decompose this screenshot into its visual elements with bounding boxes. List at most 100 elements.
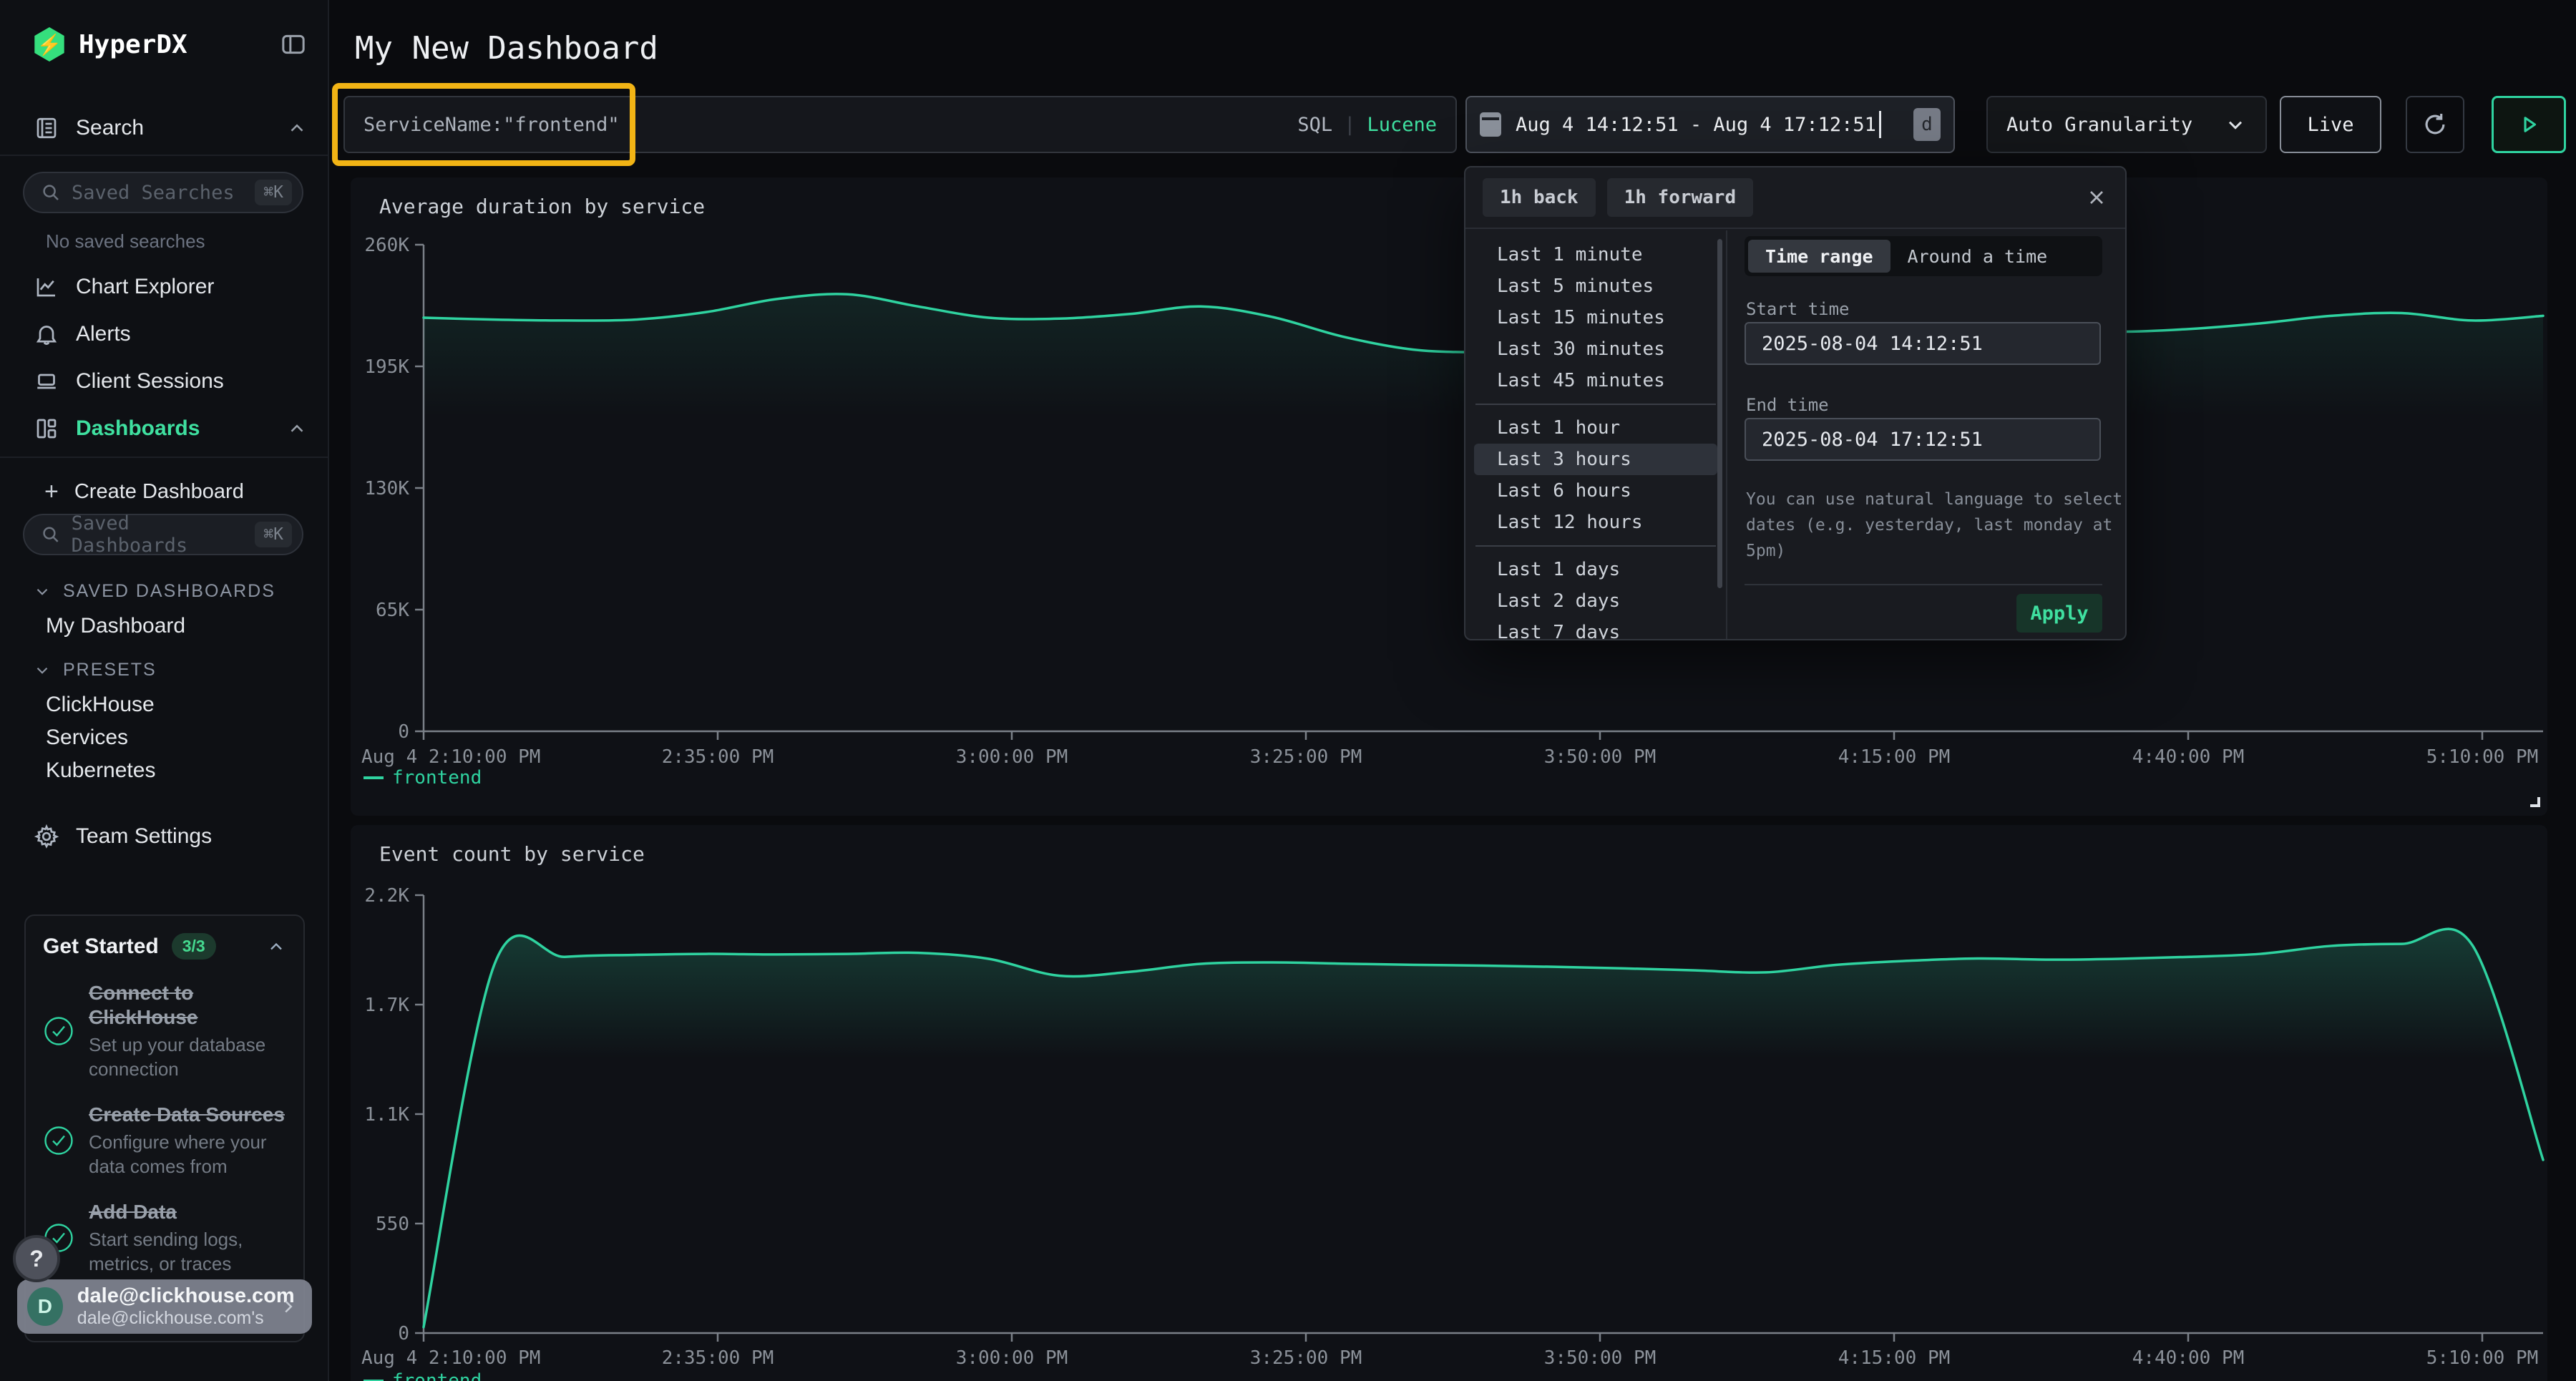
sidebar-item-my-dashboard[interactable]: My Dashboard xyxy=(46,614,185,638)
apply-button[interactable]: Apply xyxy=(2016,594,2102,633)
create-dashboard-button[interactable]: + Create Dashboard xyxy=(0,472,329,511)
logo-row: ⚡ HyperDX xyxy=(0,24,329,64)
shortcut-badge: ⌘K xyxy=(255,522,292,547)
divider xyxy=(0,155,328,156)
legend-dash-icon xyxy=(364,776,384,779)
bell-icon xyxy=(33,321,60,347)
scrollbar-thumb[interactable] xyxy=(1717,239,1722,588)
panel-resize-handle[interactable] xyxy=(2530,797,2540,807)
time-picker-popup: 1h back 1h forward Last 1 minute Last 5 … xyxy=(1464,166,2127,640)
chevron-down-icon xyxy=(33,582,52,601)
tab-time-range[interactable]: Time range xyxy=(1748,240,1890,273)
section-presets[interactable]: PRESETS xyxy=(33,660,157,680)
text-caret xyxy=(1879,111,1881,138)
svg-text:130K: 130K xyxy=(364,478,409,499)
sidebar-item-services[interactable]: Services xyxy=(46,726,128,750)
svg-text:4:15:00 PM: 4:15:00 PM xyxy=(1838,1347,1951,1369)
user-email: dale@clickhouse.com xyxy=(77,1284,278,1308)
legend-item-frontend[interactable]: frontend xyxy=(364,1370,482,1381)
check-circle-icon xyxy=(43,1125,74,1156)
avg-duration-chart: 065K130K195K260KAug 4 2:10:00 PM2:35:00 … xyxy=(351,177,2547,816)
svg-text:2:35:00 PM: 2:35:00 PM xyxy=(662,1347,774,1369)
help-button[interactable]: ? xyxy=(13,1235,60,1282)
svg-text:260K: 260K xyxy=(364,235,409,256)
dashboards-grid-icon xyxy=(33,416,60,441)
sidebar-collapse-icon[interactable] xyxy=(279,30,308,59)
gear-icon xyxy=(33,824,60,849)
shortcut-badge: ⌘K xyxy=(255,180,292,205)
search-journal-icon xyxy=(33,115,60,141)
start-time-input[interactable]: 2025-08-04 14:12:51 xyxy=(1745,322,2101,365)
time-option-selected[interactable]: Last 3 hours xyxy=(1474,444,1717,475)
sidebar-item-kubernetes[interactable]: Kubernetes xyxy=(46,758,155,783)
close-icon xyxy=(2085,186,2108,209)
svg-text:5:10:00 PM: 5:10:00 PM xyxy=(2426,746,2539,768)
chevron-down-icon xyxy=(33,661,52,680)
sidebar-item-team-settings[interactable]: Team Settings xyxy=(0,816,329,857)
sidebar-item-client-sessions[interactable]: Client Sessions xyxy=(0,361,329,402)
saved-searches-input[interactable]: Saved Searches ⌘K xyxy=(23,172,303,213)
run-query-button[interactable] xyxy=(2492,96,2566,153)
tab-around-a-time[interactable]: Around a time xyxy=(1890,240,2065,273)
refresh-button[interactable] xyxy=(2406,96,2464,153)
live-button[interactable]: Live xyxy=(2280,96,2381,153)
shift-forward-button[interactable]: 1h forward xyxy=(1607,178,1754,217)
sidebar-item-label: Client Sessions xyxy=(76,369,224,394)
time-option[interactable]: Last 1 days xyxy=(1474,554,1717,585)
svg-text:4:40:00 PM: 4:40:00 PM xyxy=(2132,1347,2245,1369)
svg-text:2:35:00 PM: 2:35:00 PM xyxy=(662,746,774,768)
time-option[interactable]: Last 12 hours xyxy=(1474,507,1717,538)
user-account-chip[interactable]: D dale@clickhouse.com dale@clickhouse.co… xyxy=(17,1279,312,1334)
search-query-input[interactable]: ServiceName:"frontend" SQL | Lucene xyxy=(343,96,1457,153)
create-dashboard-label: Create Dashboard xyxy=(74,480,244,504)
time-picker-tabs: Time range Around a time xyxy=(1745,236,2102,276)
refresh-icon xyxy=(2421,111,2449,138)
shift-back-button[interactable]: 1h back xyxy=(1483,178,1596,217)
laptop-icon xyxy=(33,369,60,394)
section-saved-dashboards[interactable]: SAVED DASHBOARDS xyxy=(33,581,275,602)
time-option[interactable]: Last 15 minutes xyxy=(1474,302,1717,333)
get-started-item-sources[interactable]: Create Data Sources Configure where your… xyxy=(43,1103,286,1179)
sidebar-item-alerts[interactable]: Alerts xyxy=(0,313,329,355)
svg-text:0: 0 xyxy=(398,721,409,743)
time-option[interactable]: Last 1 minute xyxy=(1474,239,1717,270)
svg-text:4:40:00 PM: 4:40:00 PM xyxy=(2132,746,2245,768)
sidebar-item-dashboards[interactable]: Dashboards xyxy=(0,408,329,449)
svg-text:0: 0 xyxy=(398,1323,409,1345)
sql-toggle[interactable]: SQL xyxy=(1297,114,1332,136)
chevron-up-icon xyxy=(286,117,308,139)
sidebar-item-search[interactable]: Search xyxy=(0,107,329,149)
sidebar-item-clickhouse[interactable]: ClickHouse xyxy=(46,693,155,717)
user-subtitle: dale@clickhouse.com's xyxy=(77,1308,278,1329)
lucene-toggle[interactable]: Lucene xyxy=(1367,114,1437,136)
time-option[interactable]: Last 5 minutes xyxy=(1474,270,1717,302)
sidebar-item-chart-explorer[interactable]: Chart Explorer xyxy=(0,266,329,308)
svg-text:4:15:00 PM: 4:15:00 PM xyxy=(1838,746,1951,768)
svg-text:65K: 65K xyxy=(376,600,409,621)
time-option[interactable]: Last 30 minutes xyxy=(1474,333,1717,365)
time-option[interactable]: Last 7 days xyxy=(1474,617,1717,640)
logo-text: HyperDX xyxy=(79,30,187,59)
time-range-input[interactable]: Aug 4 14:12:51 - Aug 4 17:12:51 d xyxy=(1465,96,1955,153)
chart-explorer-icon xyxy=(33,274,60,300)
close-button[interactable] xyxy=(2085,186,2108,209)
hyperdx-app: ⚡ HyperDX Search Saved Searches ⌘K No sa… xyxy=(0,0,2576,1381)
sidebar: ⚡ HyperDX Search Saved Searches ⌘K No sa… xyxy=(0,0,329,1381)
time-option[interactable]: Last 6 hours xyxy=(1474,475,1717,507)
time-option[interactable]: Last 2 days xyxy=(1474,585,1717,617)
granularity-select[interactable]: Auto Granularity xyxy=(1986,96,2267,153)
chart-panel-event-count: Event count by service 05501.1K1.7K2.2KA… xyxy=(351,825,2547,1381)
legend-item-frontend[interactable]: frontend xyxy=(364,767,482,789)
end-time-input[interactable]: 2025-08-04 17:12:51 xyxy=(1745,418,2101,461)
get-started-header[interactable]: Get Started 3/3 xyxy=(43,933,286,960)
time-option[interactable]: Last 45 minutes xyxy=(1474,365,1717,396)
saved-dashboards-input[interactable]: Saved Dashboards ⌘K xyxy=(23,514,303,555)
get-started-item-connect[interactable]: Connect to ClickHouse Set up your databa… xyxy=(43,981,286,1081)
svg-text:3:00:00 PM: 3:00:00 PM xyxy=(956,1347,1068,1369)
chart-panel-avg-duration: Average duration by service 065K130K195K… xyxy=(351,177,2547,816)
end-time-label: End time xyxy=(1746,395,1829,415)
page-title: My New Dashboard xyxy=(355,30,658,67)
avatar: D xyxy=(27,1287,63,1326)
get-started-item-add-data[interactable]: Add Data Start sending logs, metrics, or… xyxy=(43,1200,286,1276)
time-option[interactable]: Last 1 hour xyxy=(1474,412,1717,444)
